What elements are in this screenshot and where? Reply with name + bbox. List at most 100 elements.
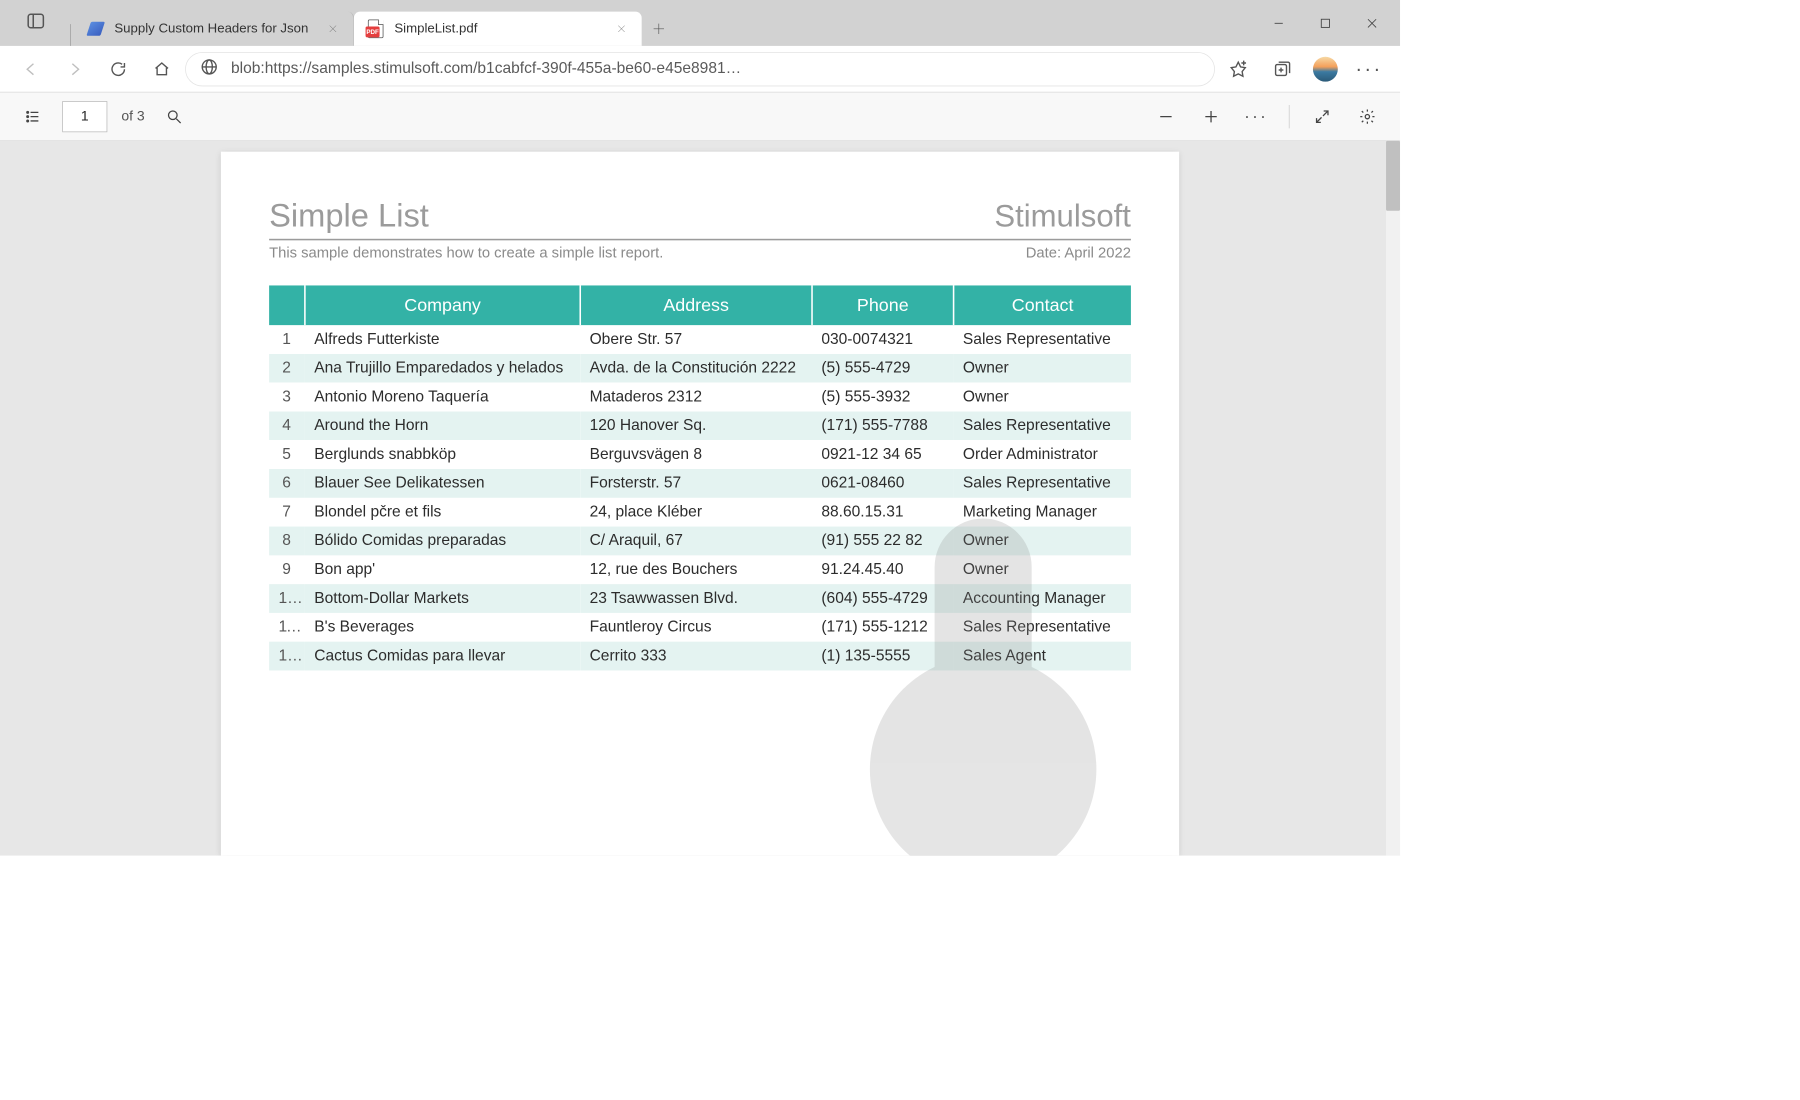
refresh-button[interactable]: [98, 49, 138, 89]
cell-company: Antonio Moreno Taquería: [305, 383, 580, 412]
cell-phone: 88.60.15.31: [812, 498, 954, 527]
table-row: 8Bólido Comidas preparadasC/ Araquil, 67…: [269, 527, 1131, 556]
tab-label: Supply Custom Headers for Json: [114, 21, 312, 37]
toc-button[interactable]: [17, 101, 48, 132]
cell-address: Obere Str. 57: [580, 325, 812, 354]
fit-page-button[interactable]: [1307, 101, 1338, 132]
cell-phone: (91) 555 22 82: [812, 527, 954, 556]
pdf-viewport[interactable]: Simple List Stimulsoft This sample demon…: [0, 141, 1400, 856]
cell-company: Cactus Comidas para llevar: [305, 642, 580, 671]
search-button[interactable]: [159, 101, 190, 132]
divider: [1289, 105, 1290, 128]
pdf-page: Simple List Stimulsoft This sample demon…: [221, 152, 1179, 856]
stimulsoft-favicon: [88, 21, 104, 37]
cell-phone: (5) 555-4729: [812, 354, 954, 383]
table-row: 10Bottom-Dollar Markets23 Tsawwassen Blv…: [269, 584, 1131, 613]
favorite-button[interactable]: [1218, 49, 1258, 89]
cell-address: C/ Araquil, 67: [580, 527, 812, 556]
new-tab-button[interactable]: [642, 12, 676, 46]
panel-toggle-icon[interactable]: [26, 11, 46, 35]
cell-phone: 91.24.45.40: [812, 555, 954, 584]
pdf-settings-button[interactable]: [1352, 101, 1383, 132]
cell-contact: Sales Representative: [954, 325, 1131, 354]
cell-contact: Sales Representative: [954, 469, 1131, 498]
forward-button[interactable]: [54, 49, 94, 89]
cell-index: 7: [269, 498, 305, 527]
close-tab-icon[interactable]: [324, 19, 343, 38]
col-company: Company: [305, 285, 580, 325]
cell-phone: 030-0074321: [812, 325, 954, 354]
cell-phone: 0921-12 34 65: [812, 440, 954, 469]
table-row: 2Ana Trujillo Emparedados y heladosAvda.…: [269, 354, 1131, 383]
col-phone: Phone: [812, 285, 954, 325]
table-row: 6Blauer See DelikatessenForsterstr. 5706…: [269, 469, 1131, 498]
cell-company: Blauer See Delikatessen: [305, 469, 580, 498]
page-total-label: of 3: [121, 108, 144, 124]
divider: [269, 239, 1131, 241]
cell-contact: Order Administrator: [954, 440, 1131, 469]
report-brand: Stimulsoft: [994, 199, 1131, 234]
cell-phone: 0621-08460: [812, 469, 954, 498]
cell-company: Bólido Comidas preparadas: [305, 527, 580, 556]
cell-company: Around the Horn: [305, 411, 580, 440]
cell-company: Blondel pčre et fils: [305, 498, 580, 527]
scrollbar-thumb[interactable]: [1386, 141, 1400, 211]
cell-company: Bottom-Dollar Markets: [305, 584, 580, 613]
cell-index: 9: [269, 555, 305, 584]
maximize-button[interactable]: [1302, 0, 1349, 46]
scrollbar-track[interactable]: [1386, 141, 1400, 856]
cell-index: 8: [269, 527, 305, 556]
cell-index: 10: [269, 584, 305, 613]
cell-index: 2: [269, 354, 305, 383]
cell-address: 120 Hanover Sq.: [580, 411, 812, 440]
cell-index: 11: [269, 613, 305, 642]
tab-active[interactable]: PDF SimpleList.pdf: [354, 12, 642, 46]
profile-avatar[interactable]: [1305, 49, 1345, 89]
more-menu-button[interactable]: ···: [1349, 49, 1389, 89]
cell-contact: Sales Representative: [954, 411, 1131, 440]
table-row: 9Bon app'12, rue des Bouchers91.24.45.40…: [269, 555, 1131, 584]
cell-address: Cerrito 333: [580, 642, 812, 671]
collections-button[interactable]: [1262, 49, 1302, 89]
report-table: Company Address Phone Contact 1Alfreds F…: [269, 285, 1131, 670]
cell-index: 5: [269, 440, 305, 469]
cell-index: 3: [269, 383, 305, 412]
minimize-button[interactable]: [1255, 0, 1302, 46]
site-info-icon[interactable]: [200, 57, 219, 80]
pdf-favicon: PDF: [368, 21, 384, 37]
cell-phone: (171) 555-1212: [812, 613, 954, 642]
table-row: 7Blondel pčre et fils24, place Kléber88.…: [269, 498, 1131, 527]
zoom-out-button[interactable]: [1150, 101, 1181, 132]
table-row: 12Cactus Comidas para llevarCerrito 333(…: [269, 642, 1131, 671]
table-row: 4Around the Horn120 Hanover Sq.(171) 555…: [269, 411, 1131, 440]
zoom-in-button[interactable]: [1195, 101, 1226, 132]
page-number-input[interactable]: 1: [62, 101, 107, 132]
report-description: This sample demonstrates how to create a…: [269, 245, 663, 262]
col-address: Address: [580, 285, 812, 325]
cell-address: 23 Tsawwassen Blvd.: [580, 584, 812, 613]
close-window-button[interactable]: [1349, 0, 1396, 46]
tab-inactive[interactable]: Supply Custom Headers for Json: [74, 12, 354, 46]
cell-company: Ana Trujillo Emparedados y helados: [305, 354, 580, 383]
cell-company: Berglunds snabbköp: [305, 440, 580, 469]
omnibox[interactable]: blob:https://samples.stimulsoft.com/b1ca…: [185, 52, 1215, 86]
cell-address: 12, rue des Bouchers: [580, 555, 812, 584]
cell-index: 12: [269, 642, 305, 671]
cell-contact: Owner: [954, 354, 1131, 383]
address-bar: blob:https://samples.stimulsoft.com/b1ca…: [0, 46, 1400, 93]
cell-company: B's Beverages: [305, 613, 580, 642]
back-button[interactable]: [11, 49, 51, 89]
cell-contact: Sales Agent: [954, 642, 1131, 671]
home-button[interactable]: [142, 49, 182, 89]
table-row: 5Berglunds snabbköpBerguvsvägen 80921-12…: [269, 440, 1131, 469]
cell-contact: Owner: [954, 383, 1131, 412]
cell-contact: Accounting Manager: [954, 584, 1131, 613]
cell-address: Berguvsvägen 8: [580, 440, 812, 469]
close-tab-icon[interactable]: [612, 19, 631, 38]
cell-index: 1: [269, 325, 305, 354]
table-row: 3Antonio Moreno TaqueríaMataderos 2312(5…: [269, 383, 1131, 412]
cell-address: 24, place Kléber: [580, 498, 812, 527]
cell-phone: (604) 555-4729: [812, 584, 954, 613]
more-pdf-options[interactable]: ···: [1241, 101, 1272, 132]
cell-phone: (5) 555-3932: [812, 383, 954, 412]
